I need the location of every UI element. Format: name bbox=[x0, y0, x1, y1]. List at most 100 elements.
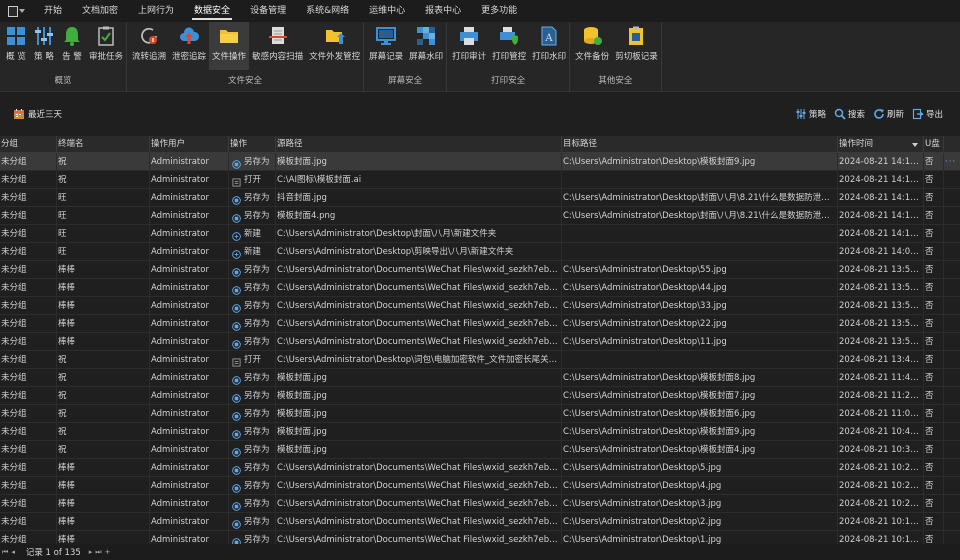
column-header[interactable]: 分组 bbox=[0, 136, 57, 153]
column-header[interactable]: U盘 bbox=[924, 136, 944, 153]
cell-src: C:\Users\Administrator\Documents\WeChat … bbox=[276, 495, 562, 513]
cell-op-label: 另存为 bbox=[244, 445, 270, 455]
table-row[interactable]: 未分组祝 Administrator 另存为 模板封面.jpg C:\Users\Adm… bbox=[0, 423, 960, 441]
cell-terminal: 祝 bbox=[57, 405, 150, 423]
cell-user: Administrator bbox=[150, 315, 229, 333]
cell-group: 未分组 bbox=[0, 171, 57, 189]
table-row[interactable]: 未分组 棒棒 Administrator 另存为 C:\Users\Administra… bbox=[0, 279, 960, 297]
next-page-icon[interactable]: ▸ bbox=[89, 548, 93, 556]
ribbon-button[interactable]: 文件备份 bbox=[572, 22, 612, 70]
ribbon-button[interactable]: 策 略 bbox=[30, 22, 58, 70]
column-header[interactable]: 操作用户 bbox=[150, 136, 229, 153]
ribbon-button[interactable]: 屏幕水印 bbox=[406, 22, 446, 70]
menu-item[interactable]: 数据安全 bbox=[184, 0, 240, 22]
table-row[interactable]: 未分组 棒棒 Administrator 另存为 C:\Users\Administra… bbox=[0, 477, 960, 495]
add-icon[interactable]: + bbox=[105, 548, 111, 556]
first-page-icon[interactable]: ⏮ bbox=[2, 548, 8, 557]
table-row[interactable]: 未分组祝 Administrator 另存为 模板封面.jpg C:\Users\Adm… bbox=[0, 387, 960, 405]
cell-usb: 否 bbox=[924, 189, 944, 207]
table-row[interactable]: 未分组 棒棒 Administrator 另存为 C:\Users\Administra… bbox=[0, 513, 960, 531]
menu-item[interactable]: 开始 bbox=[34, 0, 72, 22]
menu-item[interactable]: 系统&网络 bbox=[296, 0, 359, 22]
row-more-button bbox=[944, 279, 960, 297]
export-button[interactable]: 导出 bbox=[912, 108, 943, 120]
ribbon-button-label: 屏幕水印 bbox=[409, 52, 444, 62]
table-row[interactable]: 未分组 棒棒 Administrator 另存为 C:\Users\Administra… bbox=[0, 495, 960, 513]
table-row[interactable]: 未分组 棒棒 Administrator 另存为 C:\Users\Administra… bbox=[0, 459, 960, 477]
table-row[interactable]: 未分组 棒棒 Administrator 另存为 C:\Users\Administra… bbox=[0, 531, 960, 544]
cell-src: C:\Users\Administrator\Documents\WeChat … bbox=[276, 531, 562, 544]
table-row[interactable]: 未分组旺 Administrator 新建 C:\Users\Administrato… bbox=[0, 225, 960, 243]
table-row[interactable]: 未分组旺 Administrator 另存为 模板封面4.png C:\Users\Ad… bbox=[0, 207, 960, 225]
save-op-icon bbox=[232, 446, 241, 457]
cell-terminal: 祝 bbox=[57, 351, 150, 369]
ribbon-button[interactable]: 打印审计 bbox=[449, 22, 489, 70]
cell-time: 2024-08-21 13:56:11 bbox=[838, 279, 924, 297]
menu-item[interactable]: 文档加密 bbox=[72, 0, 128, 22]
refresh-button[interactable]: 刷新 bbox=[873, 108, 904, 120]
scan-document-icon bbox=[267, 25, 289, 47]
cell-user: Administrator bbox=[150, 369, 229, 387]
recent-filter-button[interactable]: 最近三天 bbox=[13, 108, 62, 120]
row-more-button bbox=[944, 531, 960, 544]
cell-user: Administrator bbox=[150, 261, 229, 279]
save-op-icon bbox=[232, 266, 241, 277]
table-row[interactable]: 未分组旺 Administrator 新建 C:\Users\Administrato… bbox=[0, 243, 960, 261]
ribbon-button[interactable]: 打印管控 bbox=[489, 22, 529, 70]
column-header[interactable]: 终端名 bbox=[57, 136, 150, 153]
save-op-icon bbox=[232, 392, 241, 403]
ribbon-button[interactable]: 剪切板记录 bbox=[612, 22, 661, 70]
table-row[interactable]: 未分组祝 Administrator 另存为 模板封面.jpg C:\Users\Adm… bbox=[0, 441, 960, 459]
ribbon-button[interactable]: 敏感内容扫描 bbox=[249, 22, 306, 70]
table-row[interactable]: 未分组祝 Administrator 打开 C:\AI图标\模板封面.ai 2024-0… bbox=[0, 171, 960, 189]
cell-op-label: 另存为 bbox=[244, 157, 270, 167]
table-row[interactable]: 未分组祝 Administrator 另存为 模板封面.jpg C:\Users\Adm… bbox=[0, 153, 960, 171]
ribbon-group-label: 文件安全 bbox=[228, 76, 263, 86]
row-more-button[interactable]: ··· bbox=[944, 153, 960, 171]
printer-icon bbox=[458, 25, 480, 47]
table-row[interactable]: 未分组 棒棒 Administrator 另存为 C:\Users\Administra… bbox=[0, 261, 960, 279]
table-row[interactable]: 未分组 棒棒 Administrator 另存为 C:\Users\Administra… bbox=[0, 315, 960, 333]
strategy-button[interactable]: 策略 bbox=[795, 108, 826, 120]
cell-dst bbox=[562, 243, 838, 261]
menu-item[interactable]: 更多功能 bbox=[471, 0, 527, 22]
monitor-icon bbox=[375, 25, 397, 47]
ribbon-button[interactable]: 屏幕记录 bbox=[366, 22, 406, 70]
ribbon-button[interactable]: 告 警 bbox=[58, 22, 86, 70]
ribbon-button[interactable]: 审批任务 bbox=[86, 22, 126, 70]
cell-dst: C:\Users\Administrator\Desktop\模板封面4.jpg bbox=[562, 441, 838, 459]
cell-group: 未分组 bbox=[0, 333, 57, 351]
ribbon-button[interactable]: 泄密追踪 bbox=[169, 22, 209, 70]
cell-usb: 否 bbox=[924, 495, 944, 513]
column-header[interactable]: 操作 bbox=[229, 136, 276, 153]
table-row[interactable]: 未分组祝 Administrator 另存为 模板封面.jpg C:\Users\Adm… bbox=[0, 405, 960, 423]
table-row[interactable]: 未分组 棒棒 Administrator 另存为 C:\Users\Administra… bbox=[0, 297, 960, 315]
search-button[interactable]: 搜索 bbox=[834, 108, 865, 120]
ribbon-button[interactable]: 文件操作 bbox=[209, 22, 250, 70]
ribbon-button[interactable]: 流转追溯 bbox=[129, 22, 169, 70]
prev-page-icon[interactable]: ◂ bbox=[11, 548, 15, 556]
column-header[interactable]: 操作时间 bbox=[838, 136, 924, 153]
recent-filter-label: 最近三天 bbox=[28, 110, 63, 120]
table-row[interactable]: 未分组 棒棒 Administrator 另存为 C:\Users\Administra… bbox=[0, 333, 960, 351]
column-header[interactable]: 源路径 bbox=[276, 136, 562, 153]
menu-item[interactable]: 设备管理 bbox=[240, 0, 296, 22]
table-row[interactable]: 未分组祝 Administrator 打开 C:\Users\Administrato… bbox=[0, 351, 960, 369]
table-row[interactable]: 未分组旺 Administrator 另存为 抖音封面.jpg C:\Users\Adm… bbox=[0, 189, 960, 207]
menu-item[interactable]: 上网行为 bbox=[128, 0, 184, 22]
column-header[interactable]: 目标路径 bbox=[562, 136, 838, 153]
menu-item[interactable]: 运维中心 bbox=[359, 0, 415, 22]
ribbon-button[interactable]: 概 览 bbox=[2, 22, 30, 70]
table-row[interactable]: 未分组祝 Administrator 另存为 模板封面.jpg C:\Users\Adm… bbox=[0, 369, 960, 387]
cell-dst: C:\Users\Administrator\Desktop\模板封面8.jpg bbox=[562, 369, 838, 387]
ribbon-button[interactable]: A 打印水印 bbox=[529, 22, 569, 70]
mosaic-icon bbox=[415, 25, 437, 47]
app-menu-icon[interactable] bbox=[6, 4, 25, 18]
cell-op: 另存为 bbox=[229, 531, 276, 544]
save-op-icon bbox=[232, 482, 241, 493]
menu-item[interactable]: 报表中心 bbox=[415, 0, 471, 22]
cell-group: 未分组 bbox=[0, 225, 57, 243]
cell-op: 另存为 bbox=[229, 315, 276, 333]
last-page-icon[interactable]: ⏭ bbox=[95, 548, 101, 557]
ribbon-button[interactable]: 文件外发管控 bbox=[306, 22, 363, 70]
